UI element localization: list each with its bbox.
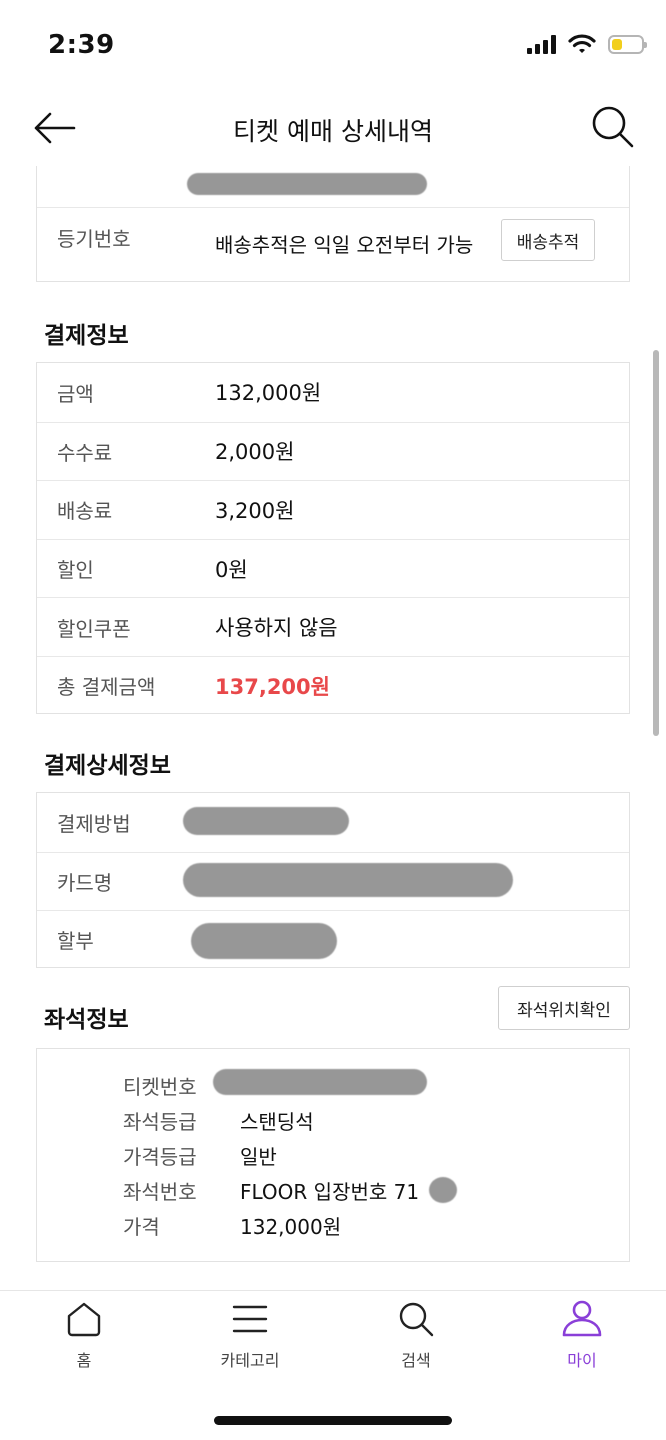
seat-row: 가격등급 일반	[123, 1141, 277, 1170]
row-label: 금액	[57, 381, 94, 406]
redacted-scribble	[191, 923, 337, 960]
user-icon	[562, 1300, 602, 1337]
status-bar: 2:39	[0, 0, 666, 96]
row-label: 카드명	[57, 870, 113, 895]
delivery-value: 배송추적은 익일 오전부터 가능	[215, 233, 474, 257]
scrollbar[interactable]	[653, 350, 659, 736]
seat-row: 좌석번호 FLOOR 입장번호 71	[123, 1176, 419, 1205]
search-icon	[592, 106, 634, 148]
nav-item-home[interactable]: 홈	[24, 1299, 144, 1371]
redacted-scribble	[187, 173, 427, 195]
nav-item-category[interactable]: 카테고리	[190, 1299, 310, 1371]
row-label: 배송료	[57, 499, 113, 524]
battery-icon	[608, 34, 647, 54]
payment-row: 배송료 3,200원	[37, 480, 629, 539]
payment-detail-row: 할부	[37, 910, 629, 969]
nav-item-my[interactable]: 마이	[522, 1299, 642, 1371]
row-value: 132,000원	[215, 381, 322, 406]
content-scroll-area[interactable]: 등기번호 배송추적은 익일 오전부터 가능 배송추적 결제정보 금액 132,0…	[0, 166, 666, 1290]
wifi-icon	[568, 34, 596, 53]
payment-box: 금액 132,000원 수수료 2,000원 배송료 3,200원 할인 0원 …	[36, 362, 630, 714]
page-title: 티켓 예매 상세내역	[233, 117, 433, 146]
nav-label: 마이	[567, 1351, 597, 1370]
row-label: 할인	[57, 558, 94, 583]
delivery-label: 등기번호	[57, 227, 131, 251]
seat-location-button[interactable]: 좌석위치확인	[498, 986, 630, 1030]
total-amount: 137,200원	[215, 674, 330, 699]
app-header: 티켓 예매 상세내역	[0, 96, 666, 166]
delivery-tracking-button[interactable]: 배송추적	[501, 219, 595, 261]
row-label: 가격	[123, 1215, 160, 1239]
home-icon	[67, 1302, 101, 1337]
redacted-scribble	[183, 807, 349, 835]
seat-box: 티켓번호 좌석등급 스탠딩석 가격등급 일반 좌석번호 FLOOR 입장번호 7…	[36, 1048, 630, 1262]
redacted-scribble	[213, 1069, 427, 1095]
search-icon	[399, 1302, 434, 1337]
search-button[interactable]	[590, 104, 636, 150]
payment-total-row: 총 결제금액 137,200원	[37, 655, 629, 715]
signal-icon	[527, 34, 556, 54]
row-value: 2,000원	[215, 440, 295, 465]
payment-detail-row: 카드명	[37, 851, 629, 911]
nav-label: 카테고리	[220, 1351, 280, 1370]
row-label: 총 결제금액	[57, 675, 156, 700]
payment-section-title: 결제정보	[44, 323, 129, 349]
seat-row: 좌석등급 스탠딩석	[123, 1106, 314, 1135]
payment-detail-row: 결제방법	[37, 793, 629, 852]
row-value: 사용하지 않음	[215, 616, 338, 641]
redacted-scribble	[183, 862, 513, 897]
row-label: 결제방법	[57, 811, 131, 836]
payment-row: 수수료 2,000원	[37, 421, 629, 481]
nav-item-search[interactable]: 검색	[356, 1299, 476, 1371]
row-label: 가격등급	[123, 1145, 197, 1169]
row-label: 좌석번호	[123, 1180, 197, 1204]
payment-detail-box: 결제방법 카드명 할부	[36, 792, 630, 968]
payment-detail-section-title: 결제상세정보	[44, 753, 171, 779]
row-value: 일반	[240, 1145, 277, 1169]
seat-row: 가격 132,000원	[123, 1211, 341, 1240]
row-label: 좌석등급	[123, 1110, 197, 1134]
payment-row: 할인쿠폰 사용하지 않음	[37, 597, 629, 656]
menu-icon	[232, 1305, 268, 1333]
row-value: 0원	[215, 557, 248, 582]
row-label: 할인쿠폰	[57, 616, 131, 641]
payment-row: 금액 132,000원	[37, 363, 629, 422]
row-value: 132,000원	[240, 1215, 342, 1239]
row-value: 3,200원	[215, 498, 295, 523]
row-label: 수수료	[57, 440, 113, 465]
status-icons	[527, 34, 647, 54]
row-label: 할부	[57, 929, 94, 954]
payment-row: 할인 0원	[37, 538, 629, 598]
home-indicator	[214, 1416, 452, 1425]
row-value: 스탠딩석	[240, 1110, 314, 1134]
redacted-scribble	[429, 1177, 457, 1203]
delivery-box: 등기번호 배송추적은 익일 오전부터 가능 배송추적	[36, 166, 630, 282]
nav-label: 홈	[76, 1351, 92, 1370]
status-time: 2:39	[48, 30, 115, 60]
row-value: FLOOR 입장번호 71	[240, 1180, 420, 1204]
seat-section-title: 좌석정보	[44, 1007, 129, 1033]
nav-label: 검색	[401, 1351, 431, 1370]
